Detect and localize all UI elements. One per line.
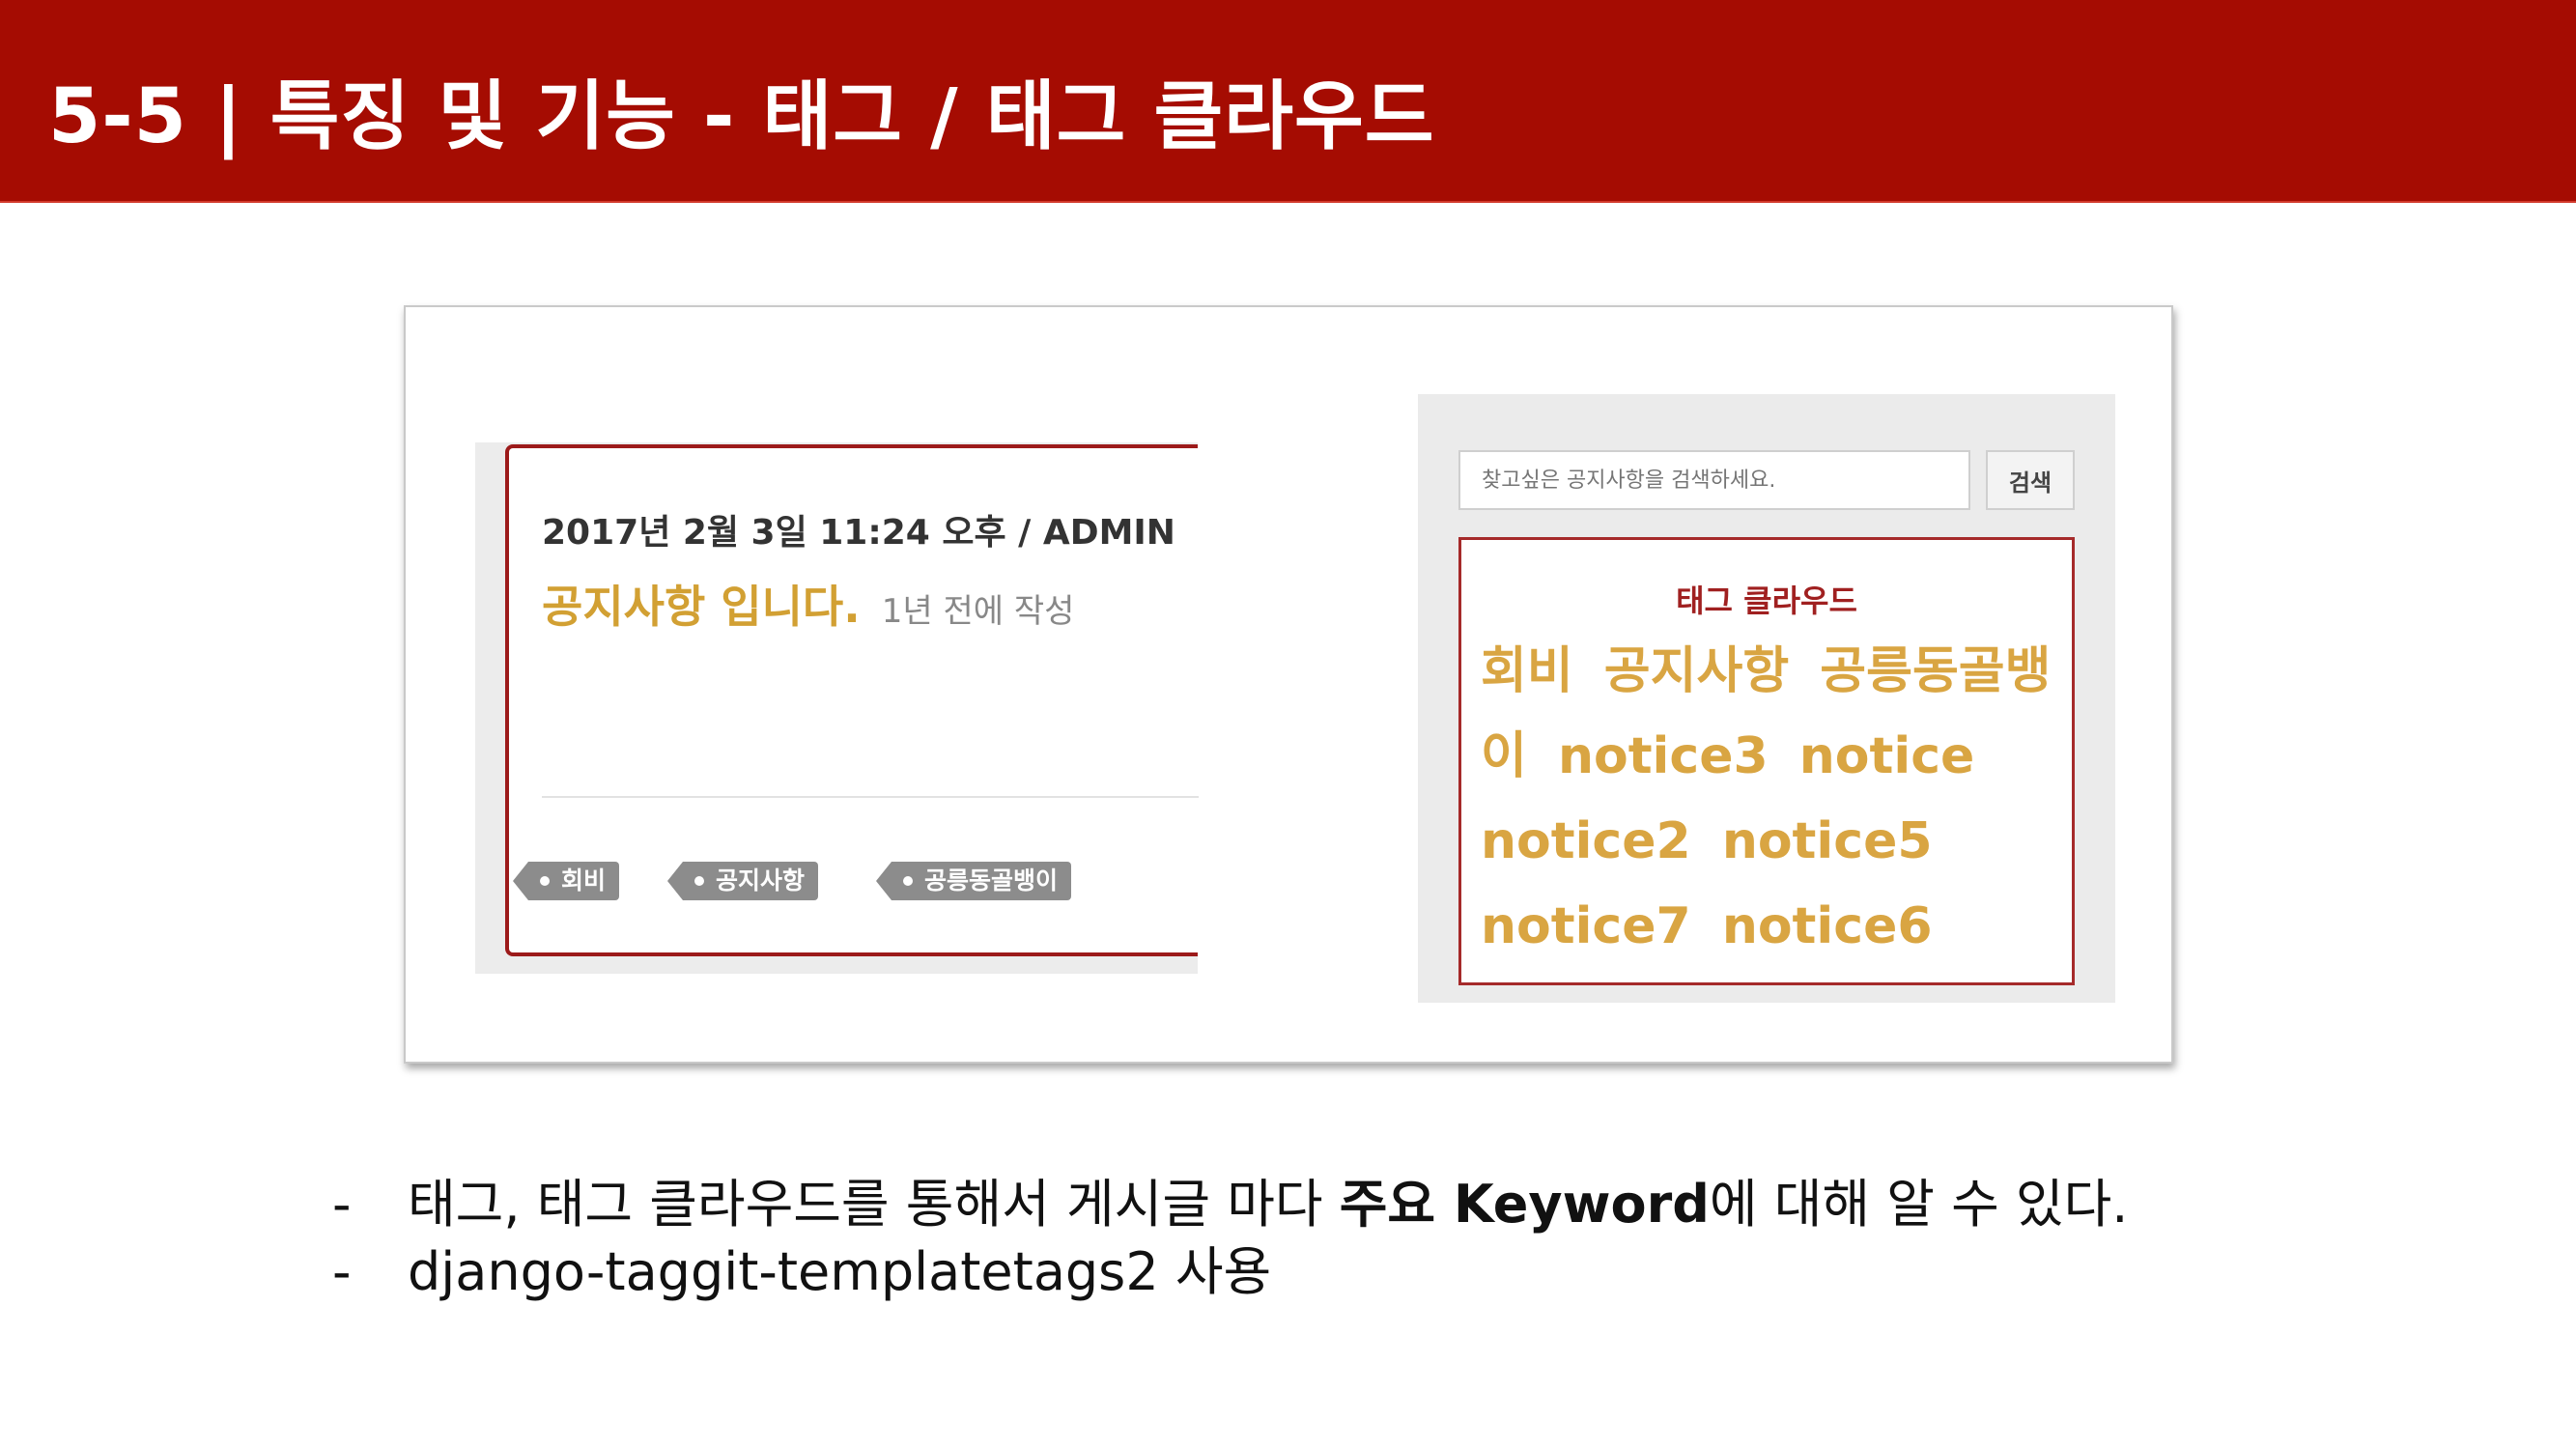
tag-cloud-link[interactable]: 회비 [1481,642,1573,700]
post-tag[interactable]: 회비 [512,862,620,900]
tag-cloud-link[interactable]: notice2 [1481,812,1691,870]
tag-cloud-link[interactable]: 공지사항 [1604,642,1789,700]
post-ago: 1년 전에 작성 [881,592,1075,631]
bullet-item: - django-taggit-templatetags2 사용 [332,1238,2128,1306]
tag-cloud-link[interactable]: notice3 [1558,727,1769,785]
post-tag[interactable]: 공릉동골뱅이 [875,862,1072,900]
website-screenshot: 2017년 2월 3일 11:24 오후 / ADMIN 공지사항 입니다. 1… [404,305,2173,1064]
bullet-list: - 태그, 태그 클라우드를 통해서 게시글 마다 주요 Keyword에 대해… [332,1171,2128,1306]
bullet-text-bold: 주요 Keyword [1339,1174,1710,1235]
bullet-text: 태그, 태그 클라우드를 통해서 게시글 마다 주요 Keyword에 대해 알… [408,1174,2128,1235]
bullet-text: django-taggit-templatetags2 사용 [408,1241,1272,1302]
tag-cloud-link[interactable]: notice [1799,727,1975,785]
tag-cloud-link[interactable]: notice5 [1722,812,1933,870]
search-button[interactable]: 검색 [1986,450,2075,510]
bullet-text-before: 태그, 태그 클라우드를 통해서 게시글 마다 [408,1174,1340,1235]
post-title[interactable]: 공지사항 입니다. [542,581,861,633]
tag-cloud-title: 태그 클라우드 [1676,582,1857,619]
bullet-dash: - [332,1241,352,1302]
slide-title: 5-5 | 특징 및 기능 - 태그 / 태그 클라우드 [48,73,1435,160]
tag-cloud-box: 태그 클라우드 회비 공지사항 공릉동골뱅이 notice3 notice no… [1458,537,2075,985]
tag-cloud-link[interactable]: notice7 [1481,897,1691,955]
bullet-dash: - [332,1174,352,1235]
slide-header: 5-5 | 특징 및 기능 - 태그 / 태그 클라우드 [0,0,2576,203]
post-card[interactable]: 2017년 2월 3일 11:24 오후 / ADMIN 공지사항 입니다. 1… [505,444,1199,956]
post-date-author: 2017년 2월 3일 11:24 오후 / ADMIN [542,513,1175,553]
search-input[interactable] [1458,450,1970,510]
post-tag[interactable]: 공지사항 [666,862,819,900]
tag-cloud-words: 회비 공지사항 공릉동골뱅이 notice3 notice notice2 no… [1481,629,2060,969]
post-divider [542,796,1199,798]
bullet-item: - 태그, 태그 클라우드를 통해서 게시글 마다 주요 Keyword에 대해… [332,1171,2128,1238]
post-title-line: 공지사항 입니다. 1년 전에 작성 [542,572,1074,636]
bullet-text-after: 에 대해 알 수 있다. [1709,1174,2129,1235]
tag-cloud-link[interactable]: notice6 [1722,897,1933,955]
